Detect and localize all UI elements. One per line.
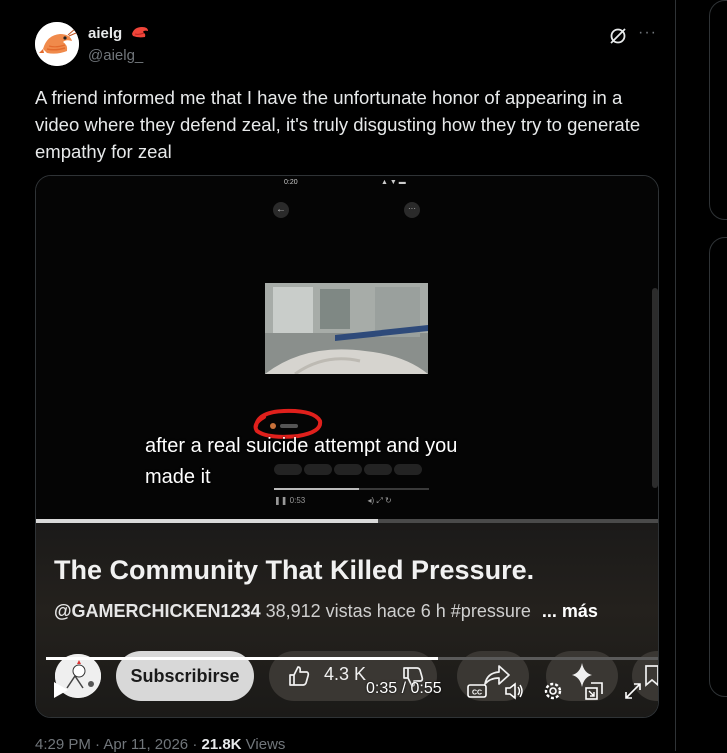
- time-display: 0:35 / 0:55: [366, 680, 442, 697]
- avatar[interactable]: [35, 22, 79, 66]
- tweet-text: A friend informed me that I have the unf…: [35, 87, 641, 162]
- handle[interactable]: @aielg_: [88, 47, 143, 64]
- phone-elapsed: 0:53: [289, 496, 306, 505]
- display-name-text[interactable]: aielg: [88, 25, 122, 42]
- sidebar-card: [709, 237, 727, 697]
- display-name[interactable]: aielg: [88, 25, 150, 43]
- sidebar-card: [709, 0, 727, 220]
- phone-status-time: 0:20: [284, 179, 298, 186]
- back-arrow-icon: ←: [273, 202, 289, 218]
- cc-icon[interactable]: CC: [466, 680, 488, 702]
- more-icon[interactable]: ···: [638, 24, 657, 42]
- timeline-divider: [675, 0, 676, 751]
- fullscreen-icon[interactable]: [622, 680, 644, 702]
- video-frame[interactable]: 0:20 ▲ ▼ ▬ ← ··· ❚❚ 0:53 ◂) ⤢ ↻ after a …: [36, 176, 658, 521]
- grok-icon[interactable]: [608, 26, 628, 46]
- like-icon[interactable]: [287, 664, 311, 688]
- hashtag[interactable]: #pressure: [451, 601, 531, 621]
- upload-age: hace 6 h: [376, 601, 446, 621]
- phone-status-icons: ▲ ▼ ▬: [381, 179, 406, 186]
- video-media[interactable]: 0:20 ▲ ▼ ▬ ← ··· ❚❚ 0:53 ◂) ⤢ ↻ after a …: [35, 175, 659, 718]
- svg-text:CC: CC: [472, 690, 482, 697]
- like-count: 4.3 K: [324, 664, 367, 684]
- caption-line-1: after a real suicide attempt and you: [145, 435, 458, 457]
- tweet-timestamp[interactable]: 4:29 PM · Apr 11, 2026 ·: [35, 736, 201, 753]
- tweet-footer: 4:29 PM · Apr 11, 2026 · 21.8K Views: [35, 736, 285, 753]
- play-icon[interactable]: [53, 681, 69, 699]
- video-thumbnail: [265, 283, 428, 374]
- phone-menu-icon: ···: [404, 202, 420, 218]
- video-title[interactable]: The Community That Killed Pressure.: [54, 555, 534, 586]
- phone-player-controls: ❚❚ 0:53 ◂) ⤢ ↻: [274, 496, 392, 505]
- miniplayer-icon[interactable]: [583, 680, 605, 702]
- youtube-overlay: The Community That Killed Pressure. @GAM…: [36, 523, 658, 717]
- more-link[interactable]: ... más: [542, 601, 598, 621]
- video-caption: after a real suicide attempt and you mad…: [145, 431, 457, 493]
- view-count-number: 21.8K: [201, 736, 242, 753]
- shrimp-emoji-icon: [130, 25, 150, 43]
- scrubber-fill: [46, 657, 438, 660]
- volume-icon[interactable]: [503, 680, 525, 702]
- view-count: 38,912 vistas: [265, 601, 372, 621]
- channel-name[interactable]: @GAMERCHICKEN1234: [54, 601, 261, 621]
- settings-icon[interactable]: [542, 680, 564, 702]
- video-scrubber[interactable]: [46, 657, 658, 660]
- scrollbar[interactable]: [652, 288, 658, 488]
- caption-line-2: made it: [145, 466, 211, 488]
- video-meta: @GAMERCHICKEN1234 38,912 vistas hace 6 h…: [54, 601, 598, 622]
- views-label: Views: [241, 736, 286, 753]
